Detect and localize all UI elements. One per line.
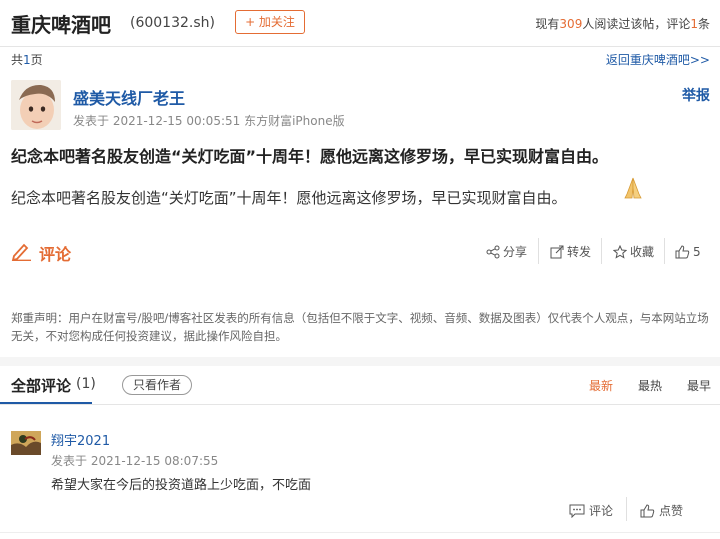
divider — [538, 238, 539, 264]
page-count: 共1页 — [11, 51, 43, 68]
sort-oldest[interactable]: 最早 — [687, 377, 711, 394]
readers-prefix: 现有 — [535, 17, 560, 31]
page-prefix: 共 — [11, 53, 24, 67]
comment-reply-button[interactable]: 评论 — [569, 502, 613, 519]
back-to-bar-link[interactable]: 返回重庆啤酒吧>> — [606, 51, 710, 68]
share-icon — [486, 245, 500, 259]
divider — [601, 238, 602, 264]
favorite-button[interactable]: 收藏 — [612, 243, 655, 261]
report-link[interactable]: 举报 — [682, 85, 710, 105]
repost-button[interactable]: 转发 — [550, 243, 591, 261]
commenter-name[interactable]: 翔宇2021 — [51, 430, 110, 449]
bar-title[interactable]: 重庆啤酒吧 — [11, 9, 111, 38]
section-gap — [0, 357, 720, 366]
like-count: 5 — [693, 245, 701, 259]
sort-hottest[interactable]: 最热 — [638, 377, 662, 394]
sort-newest[interactable]: 最新 — [589, 377, 613, 394]
comment-meta: 发表于 2021-12-15 08:07:55 — [51, 454, 219, 468]
readers-count: 309 — [559, 17, 583, 31]
divider — [664, 238, 665, 264]
author-avatar[interactable] — [11, 80, 61, 130]
comment-reply-label: 评论 — [589, 504, 614, 518]
divider — [626, 497, 627, 521]
author-name[interactable]: 盛美天线厂老王 — [73, 85, 185, 109]
all-comments-tab[interactable]: 全部评论 — [11, 375, 71, 396]
edit-icon — [11, 241, 33, 265]
share-label: 分享 — [503, 245, 528, 259]
only-author-button[interactable]: 只看作者 — [122, 375, 192, 395]
comment-text: 希望大家在今后的投资道路上少吃面，不吃面 — [51, 478, 312, 493]
repost-icon — [550, 245, 564, 259]
comment-like-button[interactable]: 点赞 — [640, 502, 683, 519]
star-icon — [612, 244, 628, 259]
all-comments-count: (1) — [76, 376, 96, 392]
comment-icon — [569, 504, 585, 519]
page-number: 1 — [23, 53, 31, 67]
commenter-avatar[interactable] — [11, 431, 41, 455]
divider — [0, 532, 720, 533]
share-button[interactable]: 分享 — [486, 243, 527, 261]
readers-mid: 人阅读过该帖，评论 — [582, 17, 691, 31]
post-title: 纪念本吧著名股友创造“关灯吃面”十周年！愿他远离这修罗场，早已实现财富自由。 — [11, 147, 609, 166]
page-suffix: 页 — [30, 53, 43, 67]
favorite-label: 收藏 — [630, 245, 655, 259]
readers-suffix: 条 — [697, 17, 710, 31]
stock-code[interactable]: (600132.sh) — [130, 15, 215, 31]
disclaimer: 郑重声明：用户在财富号/股吧/博客社区发表的所有信息（包括但不限于文字、视频、音… — [11, 311, 709, 343]
divider — [0, 404, 720, 405]
like-button[interactable]: 5 — [675, 243, 701, 261]
thumbs-up-icon — [675, 245, 690, 259]
repost-label: 转发 — [567, 245, 592, 259]
post-meta: 发表于 2021-12-15 00:05:51 东方财富iPhone版 — [73, 114, 345, 128]
thumbs-up-icon — [640, 504, 655, 518]
praying-hands-icon — [622, 176, 644, 200]
comment-label: 评论 — [39, 245, 72, 264]
comments-count: 1 — [690, 17, 698, 31]
follow-button[interactable]: + 加关注 — [235, 10, 305, 34]
post-body: 纪念本吧著名股友创造“关灯吃面”十周年！愿他远离这修罗场，早已实现财富自由。 — [11, 189, 567, 207]
comment-like-label: 点赞 — [659, 504, 684, 518]
reader-stats: 现有309人阅读过该帖，评论1条 — [535, 15, 710, 32]
